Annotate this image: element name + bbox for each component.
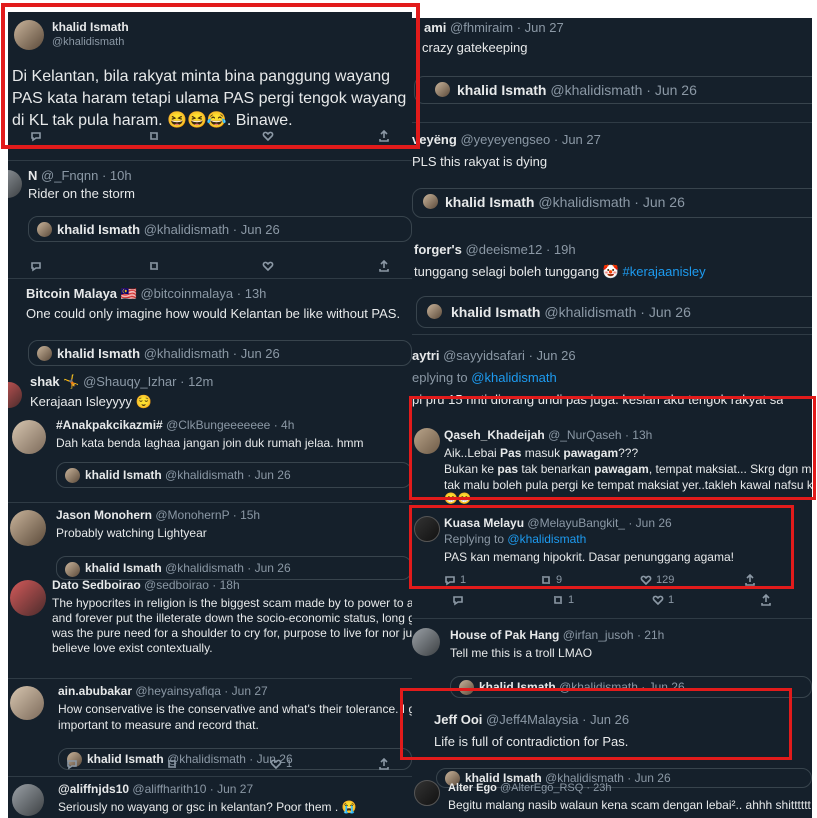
reply-button[interactable]: [30, 260, 42, 272]
reply-tweet[interactable]: ami @fhmiraim · Jun 27 crazy gatekeeping…: [412, 18, 812, 130]
share-icon: [378, 259, 390, 272]
like-button[interactable]: 1: [270, 758, 292, 770]
heart-icon: [262, 260, 274, 272]
avatar: [435, 82, 450, 97]
retweet-icon: [148, 260, 160, 272]
reply-tweet[interactable]: #Anakpakcikazmi# @ClkBungeeeeeee · 4h Da…: [8, 416, 412, 500]
reply-icon: [30, 260, 42, 272]
retweet-icon: [552, 594, 564, 606]
quoted-tweet[interactable]: khalid Ismath @khalidismath · Jun 26: [56, 462, 412, 488]
avatar: [65, 468, 80, 483]
reply-tweet[interactable]: Bitcoin Malaya 🇲🇾 @bitcoinmalaya · 13h O…: [8, 282, 412, 368]
reply-icon: [66, 758, 78, 770]
reply-tweet[interactable]: veyëng @yeyeyengseo · Jun 27 PLS this ra…: [412, 130, 812, 230]
reply-tweet[interactable]: ain.abubakar @heyainsyafiqa · Jun 27 How…: [8, 680, 412, 776]
avatar[interactable]: [10, 580, 46, 616]
avatar[interactable]: [8, 382, 22, 408]
share-button[interactable]: [378, 757, 390, 770]
tweet-actions: [30, 259, 410, 276]
avatar[interactable]: [10, 510, 46, 546]
like-count: 1: [668, 594, 675, 606]
quoted-tweet[interactable]: khalid Ismath @khalidismath · Jun 26: [416, 296, 812, 328]
avatar: [423, 194, 438, 209]
heart-icon: [652, 594, 664, 606]
share-button[interactable]: [760, 593, 772, 606]
avatar[interactable]: [12, 420, 46, 454]
avatar[interactable]: [414, 780, 440, 806]
tweet-actions: 1: [66, 757, 406, 774]
reply-tweet[interactable]: khalid Ismath @khalidismath · Jun 26 Alt…: [412, 768, 812, 818]
reply-button[interactable]: [452, 594, 464, 606]
avatar[interactable]: [412, 628, 440, 656]
like-button[interactable]: 1: [652, 594, 674, 606]
share-button[interactable]: [378, 259, 390, 272]
retweet-count: 1: [568, 594, 575, 606]
heart-icon: [270, 758, 282, 770]
retweet-icon: [166, 758, 178, 770]
reply-tweet[interactable]: @aliffnjds10 @aliffharith10 · Jun 27 Ser…: [8, 778, 412, 818]
like-button[interactable]: [262, 260, 274, 272]
highlight-box-jeff-ooi: [400, 688, 792, 760]
avatar[interactable]: [10, 686, 44, 720]
reply-icon: [452, 594, 464, 606]
mention-link[interactable]: @khalidismath: [471, 370, 556, 385]
highlight-box-kuasa-melayu: [409, 505, 794, 589]
retweet-button[interactable]: [148, 260, 160, 272]
reply-button[interactable]: [66, 758, 78, 770]
reply-tweet[interactable]: Dato Sedboirao @sedboirao · 18h The hypo…: [8, 574, 412, 678]
share-icon: [760, 593, 772, 606]
like-count: 1: [286, 758, 293, 770]
quoted-tweet[interactable]: khalid Ismath @khalidismath · Jun 26: [28, 216, 412, 242]
quoted-tweet[interactable]: khalid Ismath @khalidismath · Jun 26: [414, 76, 812, 104]
reply-tweet[interactable]: House of Pak Hang @irfan_jusoh · 21h Tel…: [412, 622, 812, 698]
quoted-tweet[interactable]: khalid Ismath @khalidismath · Jun 26: [412, 188, 812, 218]
reply-tweet[interactable]: Jason Monohern @MonohernP · 15h Probably…: [8, 504, 412, 580]
avatar: [427, 304, 442, 319]
retweet-button[interactable]: 1: [552, 594, 574, 606]
highlight-box-qaseh: [409, 396, 816, 500]
reply-tweet[interactable]: N @_Fnqnn · 10h Rider on the storm khali…: [8, 164, 412, 282]
reply-tweet[interactable]: shak 🤸 @Shauqy_Izhar · 12m Kerajaan Isle…: [8, 368, 412, 416]
highlight-box-main-tweet: [1, 3, 420, 149]
avatar[interactable]: [8, 170, 22, 198]
retweet-button[interactable]: [166, 758, 178, 770]
tweet-actions: 1 1: [452, 593, 782, 610]
hashtag-link[interactable]: #kerajaanisley: [622, 264, 705, 279]
avatar: [37, 346, 52, 361]
avatar: [37, 222, 52, 237]
share-icon: [378, 757, 390, 770]
quoted-tweet[interactable]: khalid Ismath @khalidismath · Jun 26: [28, 340, 412, 366]
reply-tweet[interactable]: forger's @deeisme12 · 19h tunggang selag…: [412, 236, 812, 348]
avatar[interactable]: [12, 784, 44, 816]
